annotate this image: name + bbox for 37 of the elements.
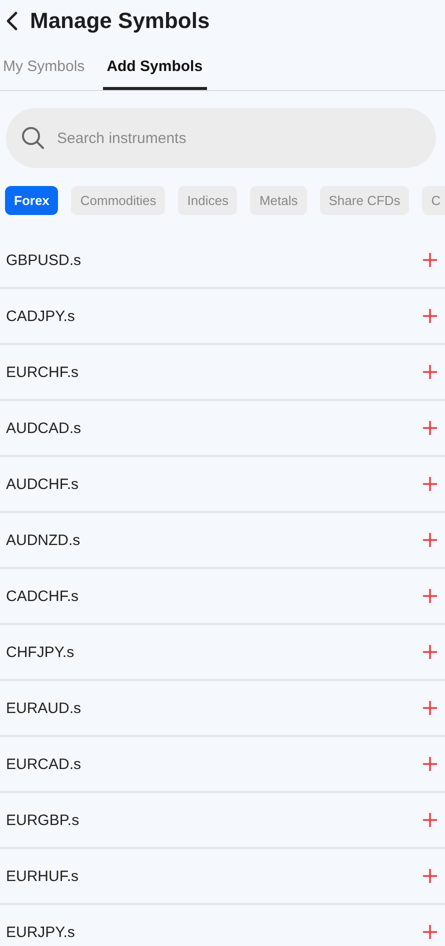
symbol-name: AUDCAD.s <box>6 420 82 436</box>
symbol-name: EURGBP.s <box>6 812 80 828</box>
page-title: Manage Symbols <box>30 8 210 34</box>
add-icon[interactable] <box>423 925 437 939</box>
tab[interactable]: Add Symbols <box>102 46 207 90</box>
symbol-name: CADCHF.s <box>6 588 79 604</box>
category-chip[interactable]: Commodities <box>71 186 166 215</box>
symbol-name: EURCAD.s <box>6 756 82 772</box>
tab[interactable]: My Symbols <box>0 46 89 90</box>
search-field[interactable]: Search instruments <box>6 108 436 168</box>
add-icon[interactable] <box>423 757 437 771</box>
symbol-name: EURCHF.s <box>6 364 79 380</box>
category-chip[interactable]: C <box>422 186 445 215</box>
category-chip[interactable]: Share CFDs <box>320 186 410 215</box>
add-icon[interactable] <box>423 309 437 323</box>
symbol-name: EURHUF.s <box>6 868 79 884</box>
symbol-name: CADJPY.s <box>6 308 75 324</box>
add-icon[interactable] <box>423 869 437 883</box>
add-icon[interactable] <box>423 813 437 827</box>
symbol-name: CHFJPY.s <box>6 644 74 660</box>
add-icon[interactable] <box>423 421 437 435</box>
symbol-name: GBPUSD.s <box>6 252 82 268</box>
back-icon[interactable] <box>6 11 18 31</box>
add-icon[interactable] <box>423 365 437 379</box>
add-icon[interactable] <box>423 477 437 491</box>
add-icon[interactable] <box>423 701 437 715</box>
category-chip[interactable]: Metals <box>250 186 307 215</box>
add-icon[interactable] <box>423 589 437 603</box>
symbol-name: EURJPY.s <box>6 924 75 940</box>
symbol-name: EURAUD.s <box>6 700 82 716</box>
add-icon[interactable] <box>423 645 437 659</box>
add-icon[interactable] <box>423 533 437 547</box>
category-chip[interactable]: Forex <box>5 186 58 215</box>
symbol-name: AUDNZD.s <box>6 532 80 548</box>
symbol-name: AUDCHF.s <box>6 476 79 492</box>
add-icon[interactable] <box>423 253 437 267</box>
category-chip[interactable]: Indices <box>178 186 238 215</box>
